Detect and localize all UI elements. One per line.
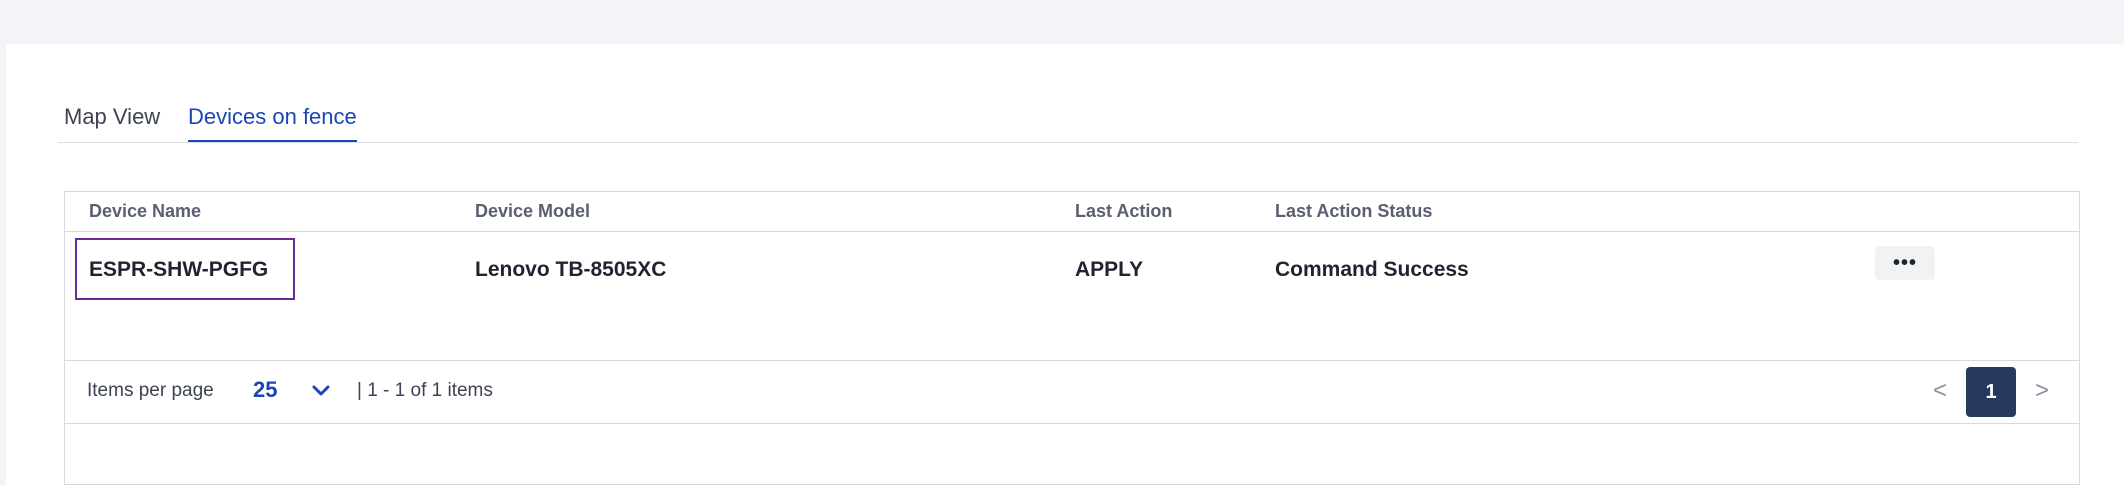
table-header: Device Name Device Model Last Action Las… — [65, 192, 2079, 232]
items-per-page-select[interactable]: 25 — [253, 377, 277, 403]
next-page-button[interactable]: > — [2035, 377, 2049, 405]
cell-device-model: Lenovo TB-8505XC — [475, 258, 667, 281]
header-device-name[interactable]: Device Name — [89, 201, 201, 222]
items-per-page-label: Items per page — [87, 380, 214, 401]
tab-bar: Map View Devices on fence — [58, 96, 2078, 143]
tab-devices-on-fence[interactable]: Devices on fence — [188, 104, 357, 142]
tab-map-view[interactable]: Map View — [64, 104, 160, 140]
page-top-band — [0, 0, 2124, 44]
cell-device-name[interactable]: ESPR-SHW-PGFG — [89, 258, 268, 282]
row-overflow-menu-button[interactable]: ••• — [1875, 246, 1935, 280]
previous-page-button[interactable]: < — [1933, 377, 1947, 405]
page-button-current[interactable]: 1 — [1966, 367, 2016, 417]
cell-last-action: APPLY — [1075, 258, 1144, 281]
cell-last-action-status: Command Success — [1275, 258, 1469, 281]
header-last-action[interactable]: Last Action — [1075, 201, 1172, 222]
pagination-bar: Items per page 25 | 1 - 1 of 1 items < 1… — [65, 360, 2079, 424]
table-empty-space — [65, 424, 2079, 484]
more-icon: ••• — [1892, 251, 1917, 274]
devices-table: Device Name Device Model Last Action Las… — [64, 191, 2080, 485]
header-last-action-status[interactable]: Last Action Status — [1275, 201, 1432, 222]
chevron-down-icon[interactable] — [311, 381, 331, 401]
items-range-text: | 1 - 1 of 1 items — [357, 380, 493, 401]
table-row[interactable]: ESPR-SHW-PGFG Lenovo TB-8505XC APPLY Com… — [65, 232, 2079, 318]
header-device-model[interactable]: Device Model — [475, 201, 590, 222]
